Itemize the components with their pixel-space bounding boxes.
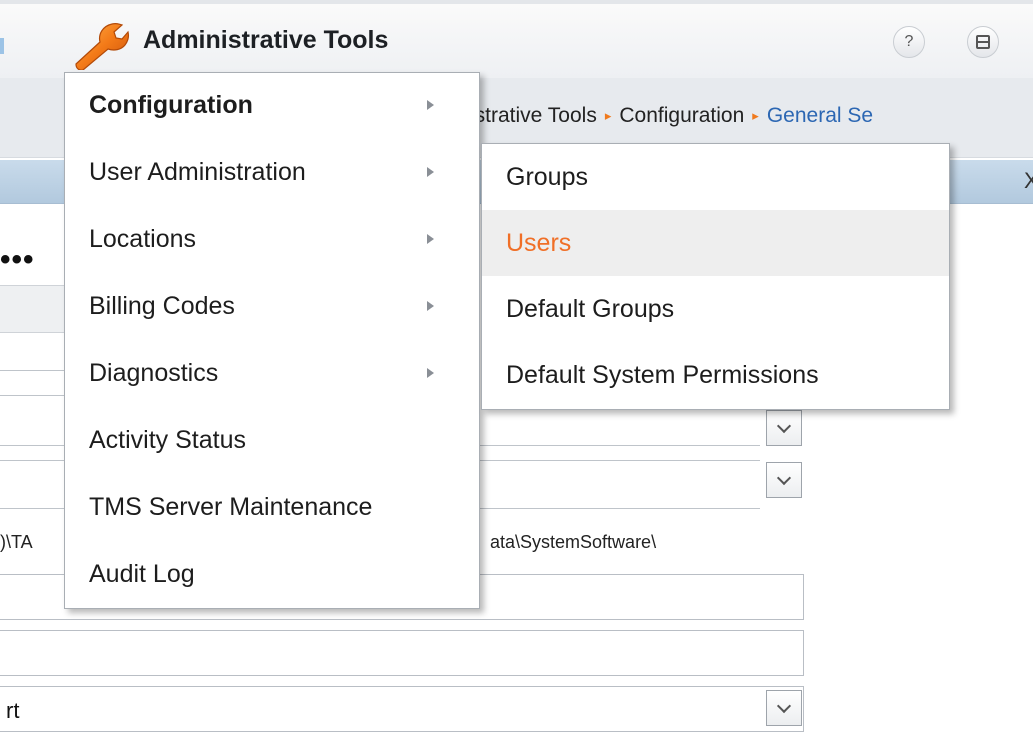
select-field[interactable] <box>0 686 804 732</box>
path-text: )\TA <box>0 532 33 552</box>
menu-item-label: TMS Server Maintenance <box>89 493 373 521</box>
user-administration-submenu: Groups Users Default Groups Default Syst… <box>481 143 950 410</box>
menu-item-label: Diagnostics <box>89 359 219 387</box>
top-bar-left-edge <box>0 38 4 54</box>
menu-item-diagnostics[interactable]: Diagnostics <box>65 341 479 408</box>
menu-item-audit-log[interactable]: Audit Log <box>65 542 479 609</box>
breadcrumb: istrative Tools ▸ Configuration ▸ General Se <box>470 104 873 128</box>
dropdown-button[interactable] <box>766 410 802 446</box>
text-field[interactable] <box>0 630 804 676</box>
dropdown-button[interactable] <box>766 690 802 726</box>
wrench-icon[interactable] <box>70 18 130 70</box>
dropdown-button[interactable] <box>766 462 802 498</box>
admin-tools-menu: Configuration User Administration Locati… <box>64 72 480 609</box>
menu-item-label: User Administration <box>89 158 306 186</box>
window-button[interactable] <box>967 26 999 58</box>
breadcrumb-item[interactable]: Configuration <box>619 104 744 127</box>
submenu-item-default-groups[interactable]: Default Groups <box>482 276 949 342</box>
app-title[interactable]: Administrative Tools <box>143 26 388 55</box>
breadcrumb-current[interactable]: General Se <box>767 104 873 127</box>
submenu-item-label: Users <box>506 229 572 257</box>
top-bar: Administrative Tools ? <box>0 0 1033 78</box>
submenu-arrow-icon <box>427 167 434 177</box>
menu-item-label: Billing Codes <box>89 292 235 320</box>
breadcrumb-item[interactable]: istrative Tools <box>470 104 597 127</box>
submenu-item-label: Default Groups <box>506 295 675 323</box>
submenu-item-groups[interactable]: Groups <box>482 144 949 210</box>
menu-item-configuration[interactable]: Configuration <box>65 73 479 140</box>
menu-item-billing-codes[interactable]: Billing Codes <box>65 274 479 341</box>
password-value: ••• <box>0 243 35 276</box>
chevron-down-icon <box>776 470 792 485</box>
close-icon[interactable]: X <box>1024 168 1033 194</box>
menu-item-label: Configuration <box>89 91 253 119</box>
help-icon: ? <box>904 33 914 50</box>
select-value: rt <box>6 698 20 723</box>
menu-item-user-administration[interactable]: User Administration <box>65 140 479 207</box>
submenu-item-users[interactable]: Users <box>482 210 949 276</box>
menu-item-locations[interactable]: Locations <box>65 207 479 274</box>
window-icon <box>976 35 990 49</box>
chevron-down-icon <box>776 418 792 433</box>
breadcrumb-separator-icon: ▸ <box>604 108 612 123</box>
submenu-item-default-system-permissions[interactable]: Default System Permissions <box>482 342 949 408</box>
menu-item-label: Locations <box>89 225 197 253</box>
breadcrumb-separator-icon: ▸ <box>752 108 759 123</box>
help-button[interactable]: ? <box>893 26 925 58</box>
chevron-down-icon <box>776 698 792 713</box>
menu-item-label: Activity Status <box>89 426 246 454</box>
submenu-arrow-icon <box>427 234 434 244</box>
submenu-arrow-icon <box>427 100 434 110</box>
submenu-item-label: Default System Permissions <box>506 361 819 389</box>
menu-item-tms-server-maintenance[interactable]: TMS Server Maintenance <box>65 475 479 542</box>
menu-item-activity-status[interactable]: Activity Status <box>65 408 479 475</box>
submenu-item-label: Groups <box>506 163 588 191</box>
submenu-arrow-icon <box>427 301 434 311</box>
submenu-arrow-icon <box>427 368 434 378</box>
menu-item-label: Audit Log <box>89 560 195 588</box>
path-text: ata\SystemSoftware\ <box>490 532 657 552</box>
